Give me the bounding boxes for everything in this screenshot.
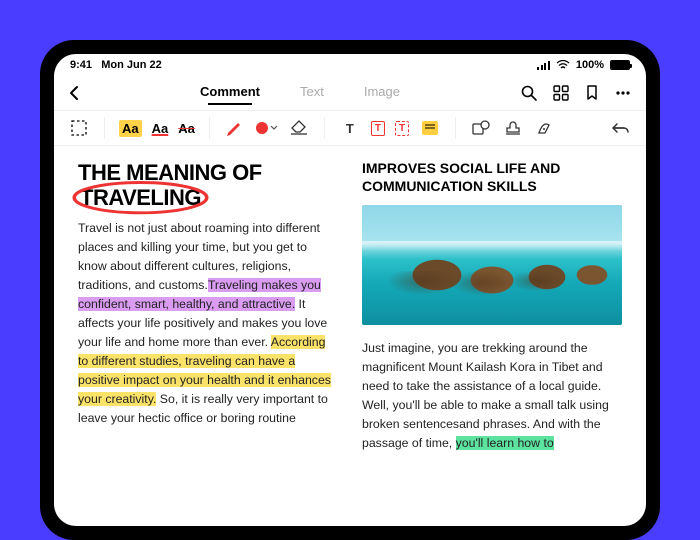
undo-icon bbox=[611, 120, 631, 136]
tab-image[interactable]: Image bbox=[364, 84, 400, 103]
stamp-tool[interactable] bbox=[502, 117, 524, 139]
grid-view-button[interactable] bbox=[552, 84, 570, 102]
select-area-button[interactable] bbox=[68, 117, 90, 139]
more-button[interactable] bbox=[614, 84, 632, 102]
status-time: 9:41 bbox=[70, 59, 92, 71]
signal-icon bbox=[537, 61, 550, 70]
battery-percent: 100% bbox=[576, 59, 604, 71]
ipad-frame: 9:41 Mon Jun 22 100% Comment Text Image bbox=[40, 40, 660, 540]
bookmark-button[interactable] bbox=[584, 84, 600, 102]
document-content: THE MEANING OF TRAVELING Travel is not j… bbox=[54, 146, 646, 526]
textbox-tool[interactable]: T bbox=[339, 117, 361, 139]
search-icon bbox=[520, 84, 538, 102]
pen-tool[interactable] bbox=[224, 117, 246, 139]
tab-text[interactable]: Text bbox=[300, 84, 324, 103]
mode-tabs: Comment Text Image bbox=[94, 84, 506, 103]
strikethrough-tool[interactable]: Aa bbox=[178, 121, 195, 136]
ellipsis-icon bbox=[614, 84, 632, 102]
article-image bbox=[362, 205, 622, 325]
shape-tool[interactable] bbox=[470, 117, 492, 139]
back-button[interactable] bbox=[68, 85, 80, 101]
pen-icon bbox=[225, 119, 245, 137]
wifi-icon bbox=[556, 60, 570, 70]
top-bar: Comment Text Image bbox=[54, 76, 646, 110]
eraser-tool[interactable] bbox=[288, 117, 310, 139]
highlight-tool[interactable]: Aa bbox=[119, 120, 142, 137]
fountain-pen-icon bbox=[535, 119, 555, 137]
article-heading: THE MEANING OF TRAVELING bbox=[78, 160, 338, 211]
eraser-icon bbox=[289, 120, 309, 136]
shape-icon bbox=[471, 119, 491, 137]
heading-circled-word: TRAVELING bbox=[78, 185, 203, 210]
screen: 9:41 Mon Jun 22 100% Comment Text Image bbox=[54, 54, 646, 526]
green-highlight: you'll learn how to bbox=[456, 436, 554, 450]
undo-button[interactable] bbox=[610, 117, 632, 139]
chevron-down-icon bbox=[270, 125, 278, 131]
status-bar: 9:41 Mon Jun 22 100% bbox=[54, 54, 646, 76]
search-button[interactable] bbox=[520, 84, 538, 102]
article-paragraph-1: Travel is not just about roaming into di… bbox=[78, 219, 338, 429]
underline-tool[interactable]: Aa bbox=[152, 121, 169, 136]
stamp-icon bbox=[504, 119, 522, 137]
status-date: Mon Jun 22 bbox=[101, 59, 162, 71]
side-paragraph: Just imagine, you are trekking around th… bbox=[362, 339, 622, 453]
tab-comment[interactable]: Comment bbox=[200, 84, 260, 103]
right-column: IMPROVES SOCIAL LIFE AND COMMUNICATION S… bbox=[362, 160, 622, 526]
grid-icon bbox=[552, 84, 570, 102]
bookmark-icon bbox=[584, 84, 600, 102]
note-icon bbox=[422, 121, 438, 135]
left-column: THE MEANING OF TRAVELING Travel is not j… bbox=[78, 160, 338, 526]
text-callout-dash-tool[interactable]: T bbox=[395, 121, 409, 136]
selection-icon bbox=[70, 119, 88, 137]
annotation-toolbar: Aa Aa Aa T T T bbox=[54, 110, 646, 146]
sticky-note-tool[interactable] bbox=[419, 117, 441, 139]
text-callout-tool[interactable]: T bbox=[371, 121, 385, 136]
side-heading: IMPROVES SOCIAL LIFE AND COMMUNICATION S… bbox=[362, 160, 622, 195]
battery-icon bbox=[610, 60, 630, 70]
signature-tool[interactable] bbox=[534, 117, 556, 139]
dot-icon bbox=[256, 122, 268, 134]
heading-line-1: THE MEANING OF bbox=[78, 160, 262, 185]
color-picker[interactable] bbox=[256, 117, 278, 139]
